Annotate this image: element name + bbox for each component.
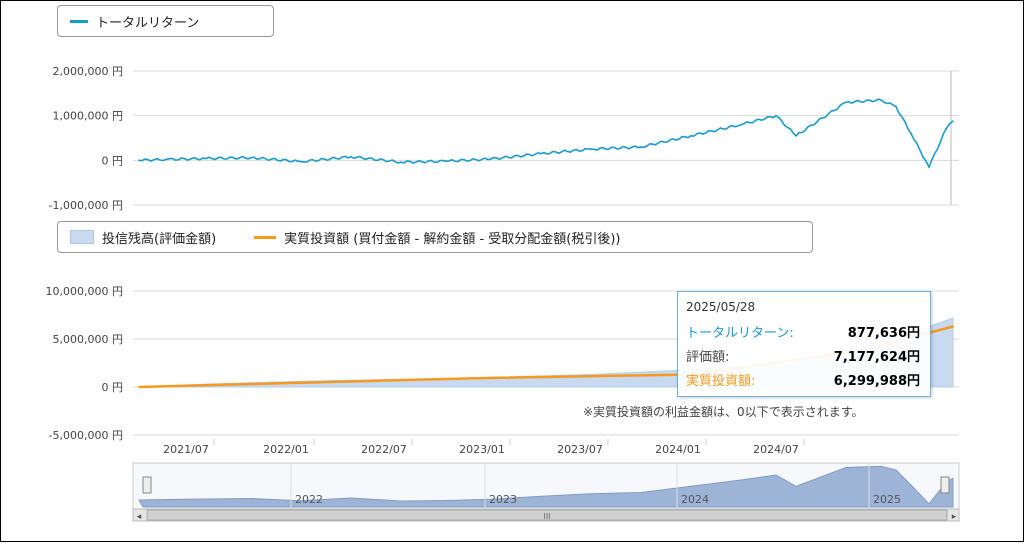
scrollbar-left-arrow[interactable]: ◂ bbox=[137, 512, 142, 522]
investment-legend-swatch bbox=[254, 235, 277, 239]
navigator-tick-label: 2023 bbox=[489, 493, 517, 506]
total-return-point bbox=[880, 99, 882, 101]
x-tick-label: 2022/01 bbox=[263, 443, 309, 456]
top-y-tick-labels: 2,000,000 円 1,000,000 円 0 円 -1,000,000 円 bbox=[49, 65, 123, 212]
total-return-point bbox=[138, 159, 140, 162]
total-return-point bbox=[205, 157, 207, 160]
top-y-tick-label: 2,000,000 円 bbox=[53, 65, 123, 78]
bottom-y-tick-label: 5,000,000 円 bbox=[53, 333, 123, 346]
top-chart-grid bbox=[133, 70, 959, 206]
x-tick-labels: 2021/07 2022/01 2022/07 2023/01 2023/07 2024/… bbox=[163, 439, 805, 456]
x-tick-label: 2024/01 bbox=[655, 443, 701, 456]
total-return-legend-label: トータルリターン bbox=[96, 15, 200, 31]
scrollbar-right-arrow[interactable]: ▸ bbox=[952, 512, 957, 522]
top-legend[interactable]: トータルリターン bbox=[57, 5, 274, 37]
balance-legend-label: 投信残高(評価金額) bbox=[102, 231, 217, 247]
bottom-y-tick-label: 0 円 bbox=[102, 381, 124, 394]
bottom-y-tick-labels: 10,000,000 円 5,000,000 円 0 円 -5,000,000 円 bbox=[46, 285, 123, 442]
total-return-point bbox=[910, 132, 912, 135]
total-return-point bbox=[490, 158, 492, 160]
investment-point bbox=[300, 381, 302, 384]
total-return-point bbox=[540, 152, 542, 155]
total-return-point bbox=[845, 101, 847, 104]
balance-legend-swatch bbox=[70, 230, 94, 244]
total-return-point bbox=[952, 120, 954, 122]
navigator-tick-label: 2024 bbox=[681, 493, 709, 506]
tooltip-date: 2025/05/28 bbox=[686, 300, 756, 314]
tooltip-valuation-label: 評価額: bbox=[686, 350, 730, 365]
tooltip-investment-value: 6,299,988円 bbox=[833, 374, 920, 389]
total-return-point bbox=[590, 148, 592, 150]
navigator-tick-label: 2022 bbox=[295, 493, 323, 506]
x-tick-label: 2023/07 bbox=[557, 443, 603, 456]
navigator-right-handle[interactable] bbox=[940, 476, 950, 494]
total-return-legend-swatch bbox=[70, 19, 88, 23]
total-return-point bbox=[445, 160, 447, 163]
total-return-line-layer bbox=[138, 98, 954, 169]
chart-frame: 2,000,000 円 1,000,000 円 0 円 -1,000,000 円 10… bbox=[0, 0, 1024, 542]
investment-point bbox=[490, 376, 492, 379]
chart-footnote: ※実質投資額の利益金額は、0以下で表示されます。 bbox=[583, 405, 864, 419]
investment-point bbox=[138, 386, 140, 388]
x-tick-label: 2023/01 bbox=[459, 443, 505, 456]
navigator[interactable]: 2022 2023 2024 2025 III ◂ ▸ bbox=[132, 462, 960, 522]
total-return-point bbox=[795, 134, 797, 137]
investment-legend-label: 実質投資額 (買付金額 - 解約金額 - 受取分配金額(税引後)) bbox=[284, 231, 621, 247]
top-y-tick-label: -1,000,000 円 bbox=[49, 199, 123, 212]
chart-tooltip: 2025/05/28 トータルリターン: 877,636円 評価額: 7,177… bbox=[677, 291, 931, 397]
total-return-point bbox=[250, 156, 252, 159]
tooltip-total-return-value: 877,636円 bbox=[847, 326, 920, 341]
x-tick-label: 2021/07 bbox=[163, 443, 209, 456]
top-y-tick-label: 1,000,000 円 bbox=[53, 110, 123, 123]
x-tick-label: 2022/07 bbox=[361, 443, 407, 456]
tooltip-investment-label: 実質投資額: bbox=[686, 374, 756, 389]
navigator-tick-label: 2025 bbox=[873, 493, 901, 506]
total-return-point bbox=[740, 123, 742, 126]
total-return-point bbox=[350, 155, 352, 158]
total-return-point bbox=[945, 128, 947, 130]
total-return-point bbox=[300, 160, 302, 163]
tooltip-total-return-label: トータルリターン: bbox=[686, 326, 794, 341]
total-return-point bbox=[928, 166, 930, 168]
chart-canvas: 2,000,000 円 1,000,000 円 0 円 -1,000,000 円 10… bbox=[46, 65, 960, 522]
top-y-tick-label: 0 円 bbox=[102, 154, 124, 167]
investment-point bbox=[952, 325, 954, 328]
scrollbar-grip-label: III bbox=[543, 512, 550, 521]
total-return-point bbox=[640, 146, 642, 148]
total-return-point bbox=[895, 105, 897, 108]
bottom-y-tick-label: 10,000,000 円 bbox=[46, 285, 123, 298]
total-return-point bbox=[400, 161, 402, 163]
total-return-line bbox=[138, 98, 954, 169]
tooltip-valuation-value: 7,177,624円 bbox=[833, 350, 920, 365]
x-tick-label: 2024/07 bbox=[753, 443, 799, 456]
total-return-point bbox=[690, 134, 692, 137]
bottom-legend[interactable]: 投信残高(評価金額) 実質投資額 (買付金額 - 解約金額 - 受取分配金額(税… bbox=[57, 221, 813, 253]
navigator-left-handle[interactable] bbox=[142, 476, 152, 494]
total-return-point bbox=[165, 158, 167, 161]
total-return-point bbox=[775, 114, 777, 117]
bottom-y-tick-label: -5,000,000 円 bbox=[49, 429, 123, 442]
